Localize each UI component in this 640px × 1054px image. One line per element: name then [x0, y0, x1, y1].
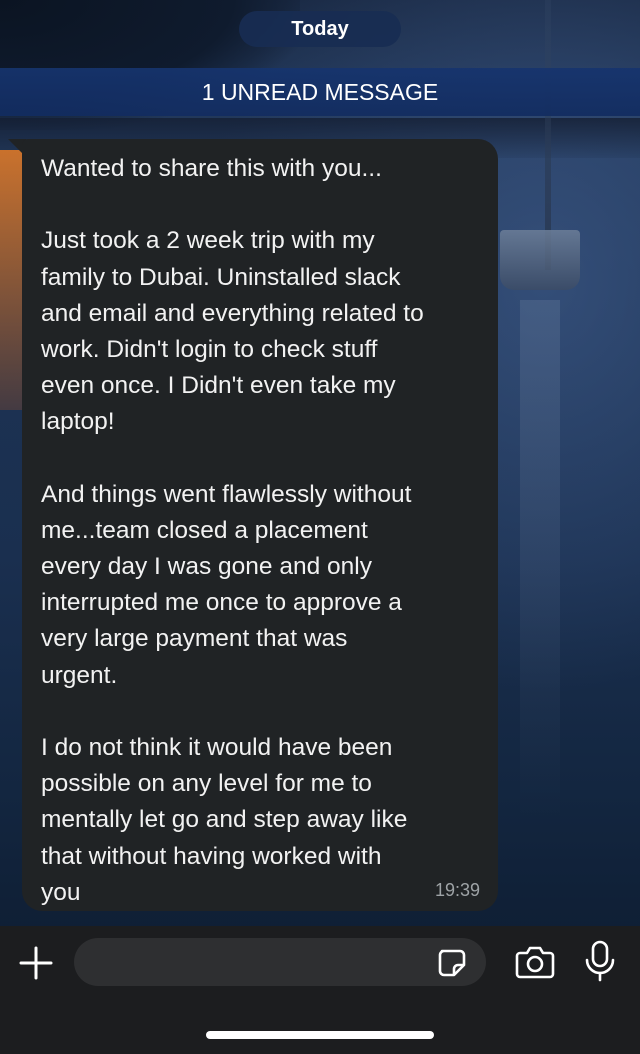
message-line: even once. I Didn't even take my — [41, 372, 396, 400]
message-line: Wanted to share this with you... — [41, 155, 382, 182]
home-indicator — [206, 1031, 434, 1039]
message-line: interrupted me once to approve a — [41, 589, 402, 617]
wallpaper-boat — [500, 230, 580, 290]
unread-messages-banner: 1 UNREAD MESSAGE — [0, 68, 640, 116]
message-line: work. Didn't login to check stuff — [41, 335, 378, 363]
message-line: me...team closed a placement — [41, 516, 368, 544]
message-input[interactable] — [74, 938, 486, 986]
date-separator: Today — [239, 11, 401, 47]
message-text: Wanted to share this with you... Just too… — [41, 151, 480, 911]
plus-icon — [19, 946, 53, 980]
message-line: you — [41, 878, 81, 906]
message-bubble[interactable]: Wanted to share this with you... Just too… — [22, 139, 498, 911]
message-line: mentally let go and step away like — [41, 806, 408, 834]
message-line: urgent. — [41, 661, 118, 689]
message-line: that without having worked with — [41, 842, 382, 870]
camera-button[interactable] — [515, 944, 555, 980]
message-line: possible on any level for me to — [41, 770, 372, 798]
message-line: family to Dubai. Uninstalled slack — [41, 263, 401, 291]
message-paragraph-gap — [41, 441, 480, 477]
attach-plus-button[interactable] — [14, 946, 58, 980]
message-paragraph-gap — [41, 187, 480, 223]
message-line: every day I was gone and only — [41, 553, 372, 581]
wallpaper-light — [0, 150, 22, 410]
voice-message-button[interactable] — [584, 940, 616, 982]
camera-icon — [515, 946, 555, 979]
sticker-button[interactable] — [436, 947, 468, 979]
message-line: very large payment that was — [41, 625, 348, 653]
message-paragraph-gap — [41, 694, 480, 730]
message-line: and email and everything related to — [41, 299, 424, 327]
message-line: laptop! — [41, 408, 115, 436]
sticker-icon — [438, 949, 466, 977]
message-line: Just took a 2 week trip with my — [41, 227, 375, 255]
message-line: And things went flawlessly without — [41, 480, 412, 508]
message-line: I do not think it would have been — [41, 734, 393, 761]
microphone-icon — [585, 940, 615, 982]
wallpaper-reflection — [520, 300, 560, 820]
message-timestamp: 19:39 — [434, 880, 480, 900]
